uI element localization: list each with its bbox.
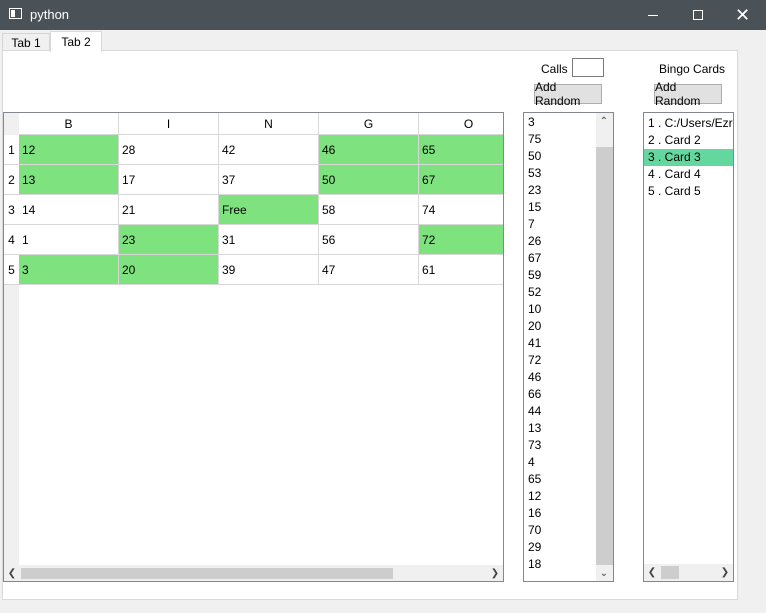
call-list-item[interactable]: 7: [528, 216, 535, 233]
grid-cell[interactable]: 72: [419, 225, 503, 255]
grid-cell[interactable]: 1: [19, 225, 119, 255]
call-list-item[interactable]: 70: [528, 522, 541, 539]
call-list-item[interactable]: 75: [528, 131, 541, 148]
column-header[interactable]: I: [119, 113, 219, 135]
call-list-item[interactable]: 65: [528, 471, 541, 488]
grid-cell[interactable]: Free: [219, 195, 319, 225]
grid-cell[interactable]: 42: [219, 135, 319, 165]
grid-cell[interactable]: 46: [319, 135, 419, 165]
calls-vertical-scrollbar[interactable]: ⌃ ⌄: [596, 113, 613, 581]
grid-cell[interactable]: 67: [419, 165, 503, 195]
scroll-right-icon[interactable]: ❯: [487, 565, 503, 581]
call-list-item[interactable]: 67: [528, 250, 541, 267]
row-header[interactable]: 5: [4, 255, 19, 285]
tab-1[interactable]: Tab 1: [2, 33, 50, 51]
call-list-item[interactable]: 52: [528, 284, 541, 301]
grid-cell[interactable]: 74: [419, 195, 503, 225]
call-list-item[interactable]: 3: [528, 114, 535, 131]
close-icon: ✕: [734, 5, 751, 25]
grid-cell[interactable]: 17: [119, 165, 219, 195]
call-list-item[interactable]: 12: [528, 488, 541, 505]
grid-cell[interactable]: 28: [119, 135, 219, 165]
call-list-item[interactable]: 15: [528, 199, 541, 216]
call-list-item[interactable]: 16: [528, 505, 541, 522]
grid-cell[interactable]: 21: [119, 195, 219, 225]
call-list-item[interactable]: 53: [528, 165, 541, 182]
call-list-item[interactable]: 23: [528, 182, 541, 199]
calls-vertical-scroll-thumb[interactable]: [596, 147, 613, 565]
bingo-card-item[interactable]: 5 . Card 5: [644, 183, 733, 200]
row-header[interactable]: 1: [4, 135, 19, 165]
call-list-item[interactable]: 13: [528, 420, 541, 437]
call-list-item[interactable]: 29: [528, 539, 541, 556]
call-list-item[interactable]: 72: [528, 352, 541, 369]
call-list-item[interactable]: 44: [528, 403, 541, 420]
bingo-card-item[interactable]: 1 . C:/Users/Ezra: [644, 115, 733, 132]
grid-cell[interactable]: 14: [19, 195, 119, 225]
call-list-item[interactable]: 18: [528, 556, 541, 573]
call-list-item[interactable]: 46: [528, 369, 541, 386]
app-window-icon: [9, 8, 22, 19]
grid-cell[interactable]: 61: [419, 255, 503, 285]
column-header[interactable]: G: [319, 113, 419, 135]
grid-cell[interactable]: 56: [319, 225, 419, 255]
calls-input[interactable]: [572, 58, 604, 77]
cards-horizontal-scroll-thumb[interactable]: [661, 566, 679, 579]
call-list-item[interactable]: 50: [528, 148, 541, 165]
bingo-card-item[interactable]: 2 . Card 2: [644, 132, 733, 149]
grid-cell[interactable]: 20: [119, 255, 219, 285]
minimize-button[interactable]: [630, 0, 675, 30]
scroll-up-icon[interactable]: ⌃: [596, 113, 612, 129]
calls-label: Calls: [541, 62, 568, 76]
table-horizontal-scrollbar[interactable]: ❮ ❯: [4, 565, 503, 581]
cards-horizontal-scrollbar[interactable]: ❮ ❯: [644, 564, 733, 581]
call-list-item[interactable]: 41: [528, 335, 541, 352]
call-list-item[interactable]: 73: [528, 437, 541, 454]
grid-cell[interactable]: 23: [119, 225, 219, 255]
bingo-card-item[interactable]: 3 . Card 3: [644, 149, 733, 166]
grid-cell[interactable]: 13: [19, 165, 119, 195]
minimize-icon: [647, 14, 658, 16]
row-header[interactable]: 2: [4, 165, 19, 195]
close-button[interactable]: ✕: [720, 0, 765, 30]
scroll-left-icon[interactable]: ❮: [644, 564, 660, 580]
grid-cell[interactable]: 3: [19, 255, 119, 285]
grid-cell[interactable]: 58: [319, 195, 419, 225]
column-header[interactable]: B: [19, 113, 119, 135]
call-list-item[interactable]: 4: [528, 454, 535, 471]
cards-add-random-button[interactable]: Add Random: [654, 80, 722, 108]
table-corner: [4, 113, 19, 135]
call-list-item[interactable]: 26: [528, 233, 541, 250]
grid-cell[interactable]: 50: [319, 165, 419, 195]
bingo-card-table: ❮ ❯ B I N G O 1 12 28 42 46 65 2 13 17 37 50 67 3 14 21 Free…: [3, 112, 504, 582]
tab-2[interactable]: Tab 2: [50, 31, 102, 52]
grid-cell[interactable]: 37: [219, 165, 319, 195]
calls-list[interactable]: ⌃ ⌄ 3 75 50 53 23 15 7 26 67 59 52 10 20 41 72 46 66 44 13…: [523, 112, 614, 582]
call-list-item[interactable]: 20: [528, 318, 541, 335]
row-header[interactable]: 3: [4, 195, 19, 225]
scroll-down-icon[interactable]: ⌄: [596, 565, 612, 581]
maximize-button[interactable]: [675, 0, 720, 30]
grid-cell[interactable]: 65: [419, 135, 503, 165]
row-header[interactable]: 4: [4, 225, 19, 255]
window-title: python: [30, 7, 70, 22]
bingo-card-item[interactable]: 4 . Card 4: [644, 166, 733, 183]
grid-cell[interactable]: 12: [19, 135, 119, 165]
bingo-cards-list[interactable]: ❮ ❯ 1 . C:/Users/Ezra 2 . Card 23 . Card …: [643, 112, 734, 582]
title-bar: python ✕: [0, 0, 766, 30]
calls-add-random-button[interactable]: Add Random: [534, 80, 602, 108]
call-list-item[interactable]: 66: [528, 386, 541, 403]
scroll-right-icon[interactable]: ❯: [717, 564, 733, 580]
call-list-item[interactable]: 59: [528, 267, 541, 284]
call-list-item[interactable]: 10: [528, 301, 541, 318]
bingo-cards-label: Bingo Cards: [659, 62, 726, 76]
grid-cell[interactable]: 31: [219, 225, 319, 255]
grid-cell[interactable]: 39: [219, 255, 319, 285]
table-horizontal-scroll-thumb[interactable]: [21, 568, 393, 579]
grid-cell[interactable]: 47: [319, 255, 419, 285]
maximize-icon: [692, 10, 703, 20]
column-header[interactable]: O: [419, 113, 503, 135]
scroll-left-icon[interactable]: ❮: [4, 565, 20, 581]
column-header[interactable]: N: [219, 113, 319, 135]
